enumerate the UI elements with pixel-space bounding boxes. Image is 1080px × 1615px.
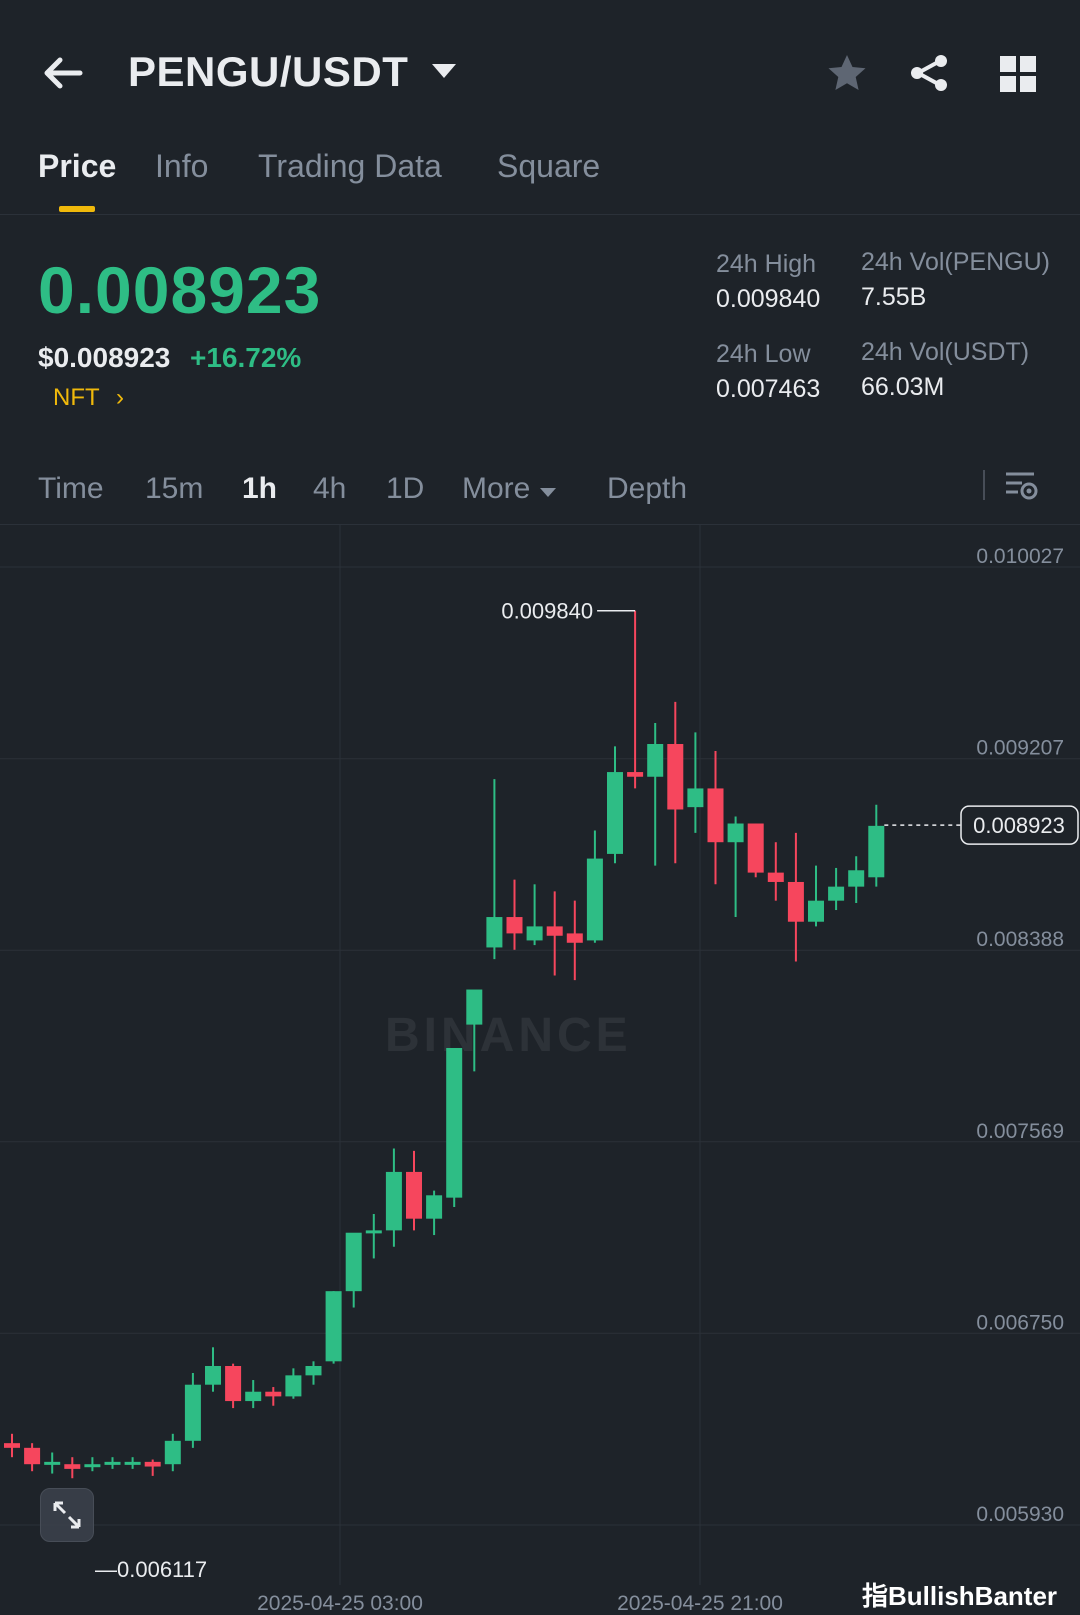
- back-arrow-icon[interactable]: [40, 52, 86, 94]
- x-tick-label: 2025-04-25 03:00: [257, 1592, 423, 1615]
- credit-text: 指BullishBanter: [862, 1581, 1058, 1611]
- active-tab-indicator: [59, 206, 95, 212]
- pair-title[interactable]: PENGU/USDT: [128, 48, 408, 96]
- candlestick-chart[interactable]: 0.010027 0.009207 0.008388 0.007569 0.006750…: [0, 525, 1080, 1615]
- share-icon[interactable]: [908, 52, 950, 94]
- interval-1h[interactable]: 1h: [242, 472, 277, 506]
- candle-body: [647, 744, 664, 777]
- candle-body: [4, 1443, 20, 1448]
- candle-body: [667, 744, 684, 810]
- candle-body: [265, 1391, 282, 1397]
- tab-square[interactable]: Square: [497, 148, 600, 185]
- candle-body: [205, 1365, 221, 1385]
- candle-body: [225, 1365, 242, 1402]
- candle-body: [486, 917, 503, 948]
- candle-body: [245, 1391, 262, 1402]
- candle-body: [787, 881, 804, 922]
- candle-body: [345, 1232, 362, 1292]
- candle-body: [607, 772, 623, 854]
- candle-body: [828, 886, 845, 901]
- grid-icon[interactable]: [998, 54, 1038, 94]
- candle-body: [466, 989, 483, 1025]
- candle-body: [767, 872, 784, 882]
- candle-body: [586, 858, 603, 941]
- candle-body: [707, 788, 724, 843]
- max-price-label: 0.009840: [501, 599, 593, 624]
- y-tick-label: 0.009207: [976, 737, 1064, 760]
- x-tick-label: 2025-04-25 21:00: [617, 1592, 783, 1615]
- nft-tag[interactable]: NFT: [53, 384, 100, 412]
- interval-time[interactable]: Time: [38, 472, 104, 506]
- candle-body: [687, 788, 704, 808]
- y-tick-label: 0.006750: [976, 1311, 1064, 1334]
- candle-body: [44, 1461, 61, 1465]
- stat-vol-base-label: 24h Vol(PENGU): [861, 248, 1050, 276]
- last-price-label: 0.008923: [973, 813, 1065, 838]
- candle-body: [546, 926, 563, 936]
- candle-body: [747, 823, 764, 873]
- candle-body: [506, 917, 523, 934]
- interval-1d[interactable]: 1D: [386, 472, 424, 506]
- star-icon[interactable]: [826, 52, 868, 94]
- candle-body: [365, 1230, 382, 1234]
- candle-body: [526, 926, 543, 941]
- stat-high-value: 0.009840: [716, 285, 821, 313]
- candle-body: [566, 933, 583, 943]
- tab-bar: Price Info Trading Data Square: [0, 140, 1080, 215]
- candle-body: [385, 1171, 402, 1231]
- last-price: 0.008923: [38, 253, 322, 327]
- candle-body: [24, 1447, 41, 1465]
- candle-body: [446, 1047, 463, 1198]
- candle-body: [808, 900, 824, 922]
- interval-4h[interactable]: 4h: [313, 472, 346, 506]
- candle-body: [406, 1171, 422, 1219]
- candle-body: [104, 1461, 121, 1465]
- y-tick-label: 0.008388: [976, 928, 1064, 951]
- tab-trading-data[interactable]: Trading Data: [258, 148, 442, 185]
- candle-body: [64, 1464, 81, 1469]
- usd-price: $0.008923: [38, 342, 171, 373]
- top-bar: PENGU/USDT: [0, 0, 1080, 140]
- stat-high-label: 24h High: [716, 250, 817, 278]
- price-change-percent: +16.72%: [190, 342, 302, 373]
- candle-body: [305, 1365, 322, 1376]
- chart-settings-icon[interactable]: [1002, 466, 1038, 504]
- candle-body: [848, 870, 865, 887]
- candle-body: [84, 1464, 101, 1468]
- y-tick-label: 0.010027: [976, 545, 1064, 568]
- min-price-label: —0.006117: [95, 1557, 207, 1582]
- candle-body: [426, 1195, 443, 1219]
- stat-vol-quote-label: 24h Vol(USDT): [861, 338, 1030, 366]
- interval-more[interactable]: More: [462, 472, 530, 506]
- expand-icon: [53, 1501, 81, 1529]
- candle-body: [184, 1384, 201, 1441]
- more-caret-icon[interactable]: [540, 488, 556, 497]
- caret-down-icon[interactable]: [432, 64, 456, 78]
- tab-info[interactable]: Info: [155, 148, 208, 185]
- divider: [983, 470, 985, 500]
- expand-chart-button[interactable]: [40, 1488, 94, 1542]
- tab-price[interactable]: Price: [38, 148, 116, 185]
- interval-bar: Time 15m 1h 4h 1D More Depth: [0, 450, 1080, 525]
- stat-low-value: 0.007463: [716, 375, 821, 403]
- candle-body: [124, 1461, 141, 1465]
- interval-depth[interactable]: Depth: [607, 472, 687, 506]
- interval-15m[interactable]: 15m: [145, 472, 203, 506]
- y-tick-label: 0.005930: [976, 1503, 1064, 1526]
- candle-body: [164, 1440, 181, 1465]
- stat-vol-quote-value: 66.03M: [861, 373, 945, 401]
- y-tick-label: 0.007569: [976, 1120, 1064, 1143]
- stat-low-label: 24h Low: [716, 340, 811, 368]
- stat-vol-base-value: 7.55B: [861, 283, 927, 311]
- candle-body: [285, 1375, 302, 1397]
- chevron-right-icon[interactable]: ›: [116, 384, 124, 412]
- candle-body: [325, 1291, 342, 1362]
- candle-body: [868, 825, 885, 878]
- candle-body: [727, 823, 744, 843]
- candle-body: [144, 1461, 161, 1467]
- candle-body: [627, 772, 644, 777]
